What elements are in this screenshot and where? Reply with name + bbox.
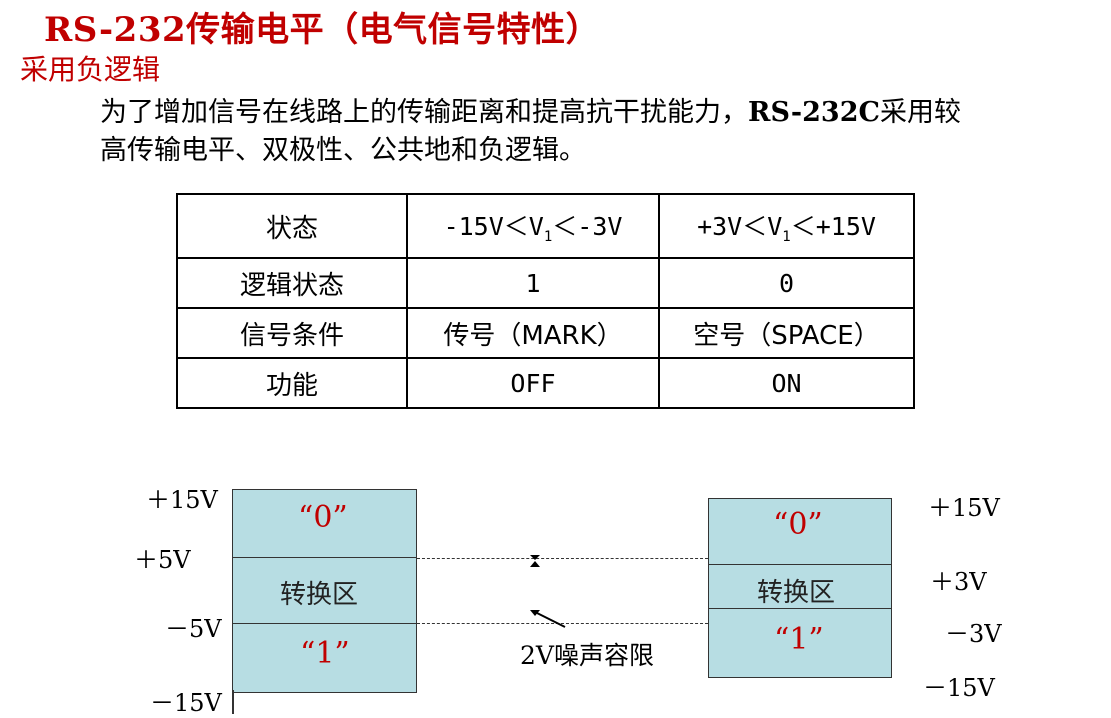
left-zone-0-label: “0” <box>298 500 348 535</box>
noise-pointer-line <box>534 611 566 628</box>
right-level-label: －3V <box>945 620 1002 648</box>
paragraph-text-b: RS-232C <box>748 97 880 128</box>
right-level-label: －15V <box>923 674 995 702</box>
table-cell: 空号（SPACE） <box>658 307 915 359</box>
right-zone-0-label: “0” <box>773 507 823 542</box>
left-boundary-lower <box>232 623 417 624</box>
table-cell: OFF <box>406 357 660 409</box>
left-axis-line <box>232 690 234 714</box>
left-transition-label: 转换区 <box>280 580 359 610</box>
table-cell: 功能 <box>176 357 408 409</box>
table-cell: 逻辑状态 <box>176 257 408 309</box>
paragraph-line-1: 为了增加信号在线路上的传输距离和提高抗干扰能力，RS-232C采用较 <box>100 90 961 129</box>
page-title: RS-232传输电平（电气信号特性） <box>44 10 601 50</box>
table-cell: ON <box>658 357 915 409</box>
left-level-label: －5V <box>165 615 222 643</box>
noise-arrow-up-icon <box>530 561 540 567</box>
right-level-label: ＋3V <box>930 568 987 596</box>
header-range-sub: 1 <box>543 229 553 245</box>
right-transition-label: 转换区 <box>757 578 836 608</box>
header-range-text: ＜+15V <box>790 212 876 241</box>
left-level-label: －15V <box>150 689 222 717</box>
right-zone-1-label: “1” <box>774 622 824 657</box>
table-row: 信号条件 传号（MARK） 空号（SPACE） <box>176 307 915 359</box>
table-header-cell: -15V＜V1＜-3V <box>406 193 660 259</box>
noise-arrow-down-icon <box>530 555 540 560</box>
header-range-text: ＜-3V <box>552 212 623 241</box>
table-cell: 0 <box>658 257 915 309</box>
left-level-label: ＋5V <box>134 546 191 574</box>
left-level-label: ＋15V <box>146 486 218 514</box>
table-header-cell: +3V＜V1＜+15V <box>658 193 915 259</box>
state-table: 状态 -15V＜V1＜-3V +3V＜V1＜+15V 逻辑状态 1 0 信号条件… <box>176 193 915 409</box>
header-range-text: +3V＜V <box>697 212 783 241</box>
table-cell: 1 <box>406 257 660 309</box>
noise-margin-arrows <box>530 555 566 628</box>
paragraph-line-2: 高传输电平、双极性、公共地和负逻辑。 <box>100 135 586 166</box>
table-row: 功能 OFF ON <box>176 357 915 409</box>
table-header-row: 状态 -15V＜V1＜-3V +3V＜V1＜+15V <box>176 193 915 259</box>
left-zone-1-label: “1” <box>300 636 350 671</box>
right-boundary-upper <box>708 564 892 565</box>
header-range-sub: 1 <box>782 229 791 245</box>
page-subtitle: 采用负逻辑 <box>20 53 161 86</box>
noise-margin-label: 2V噪声容限 <box>520 641 654 670</box>
table-cell: 信号条件 <box>176 307 408 359</box>
table-row: 逻辑状态 1 0 <box>176 257 915 309</box>
left-boundary-upper <box>232 557 417 558</box>
header-range-text: -15V＜V <box>443 212 544 241</box>
paragraph-text-a: 为了增加信号在线路上的传输距离和提高抗干扰能力， <box>100 97 748 128</box>
table-cell: 传号（MARK） <box>406 307 660 359</box>
right-level-label: ＋15V <box>928 494 1000 522</box>
table-header-cell: 状态 <box>176 193 408 259</box>
paragraph-text-c: 采用较 <box>879 97 961 128</box>
